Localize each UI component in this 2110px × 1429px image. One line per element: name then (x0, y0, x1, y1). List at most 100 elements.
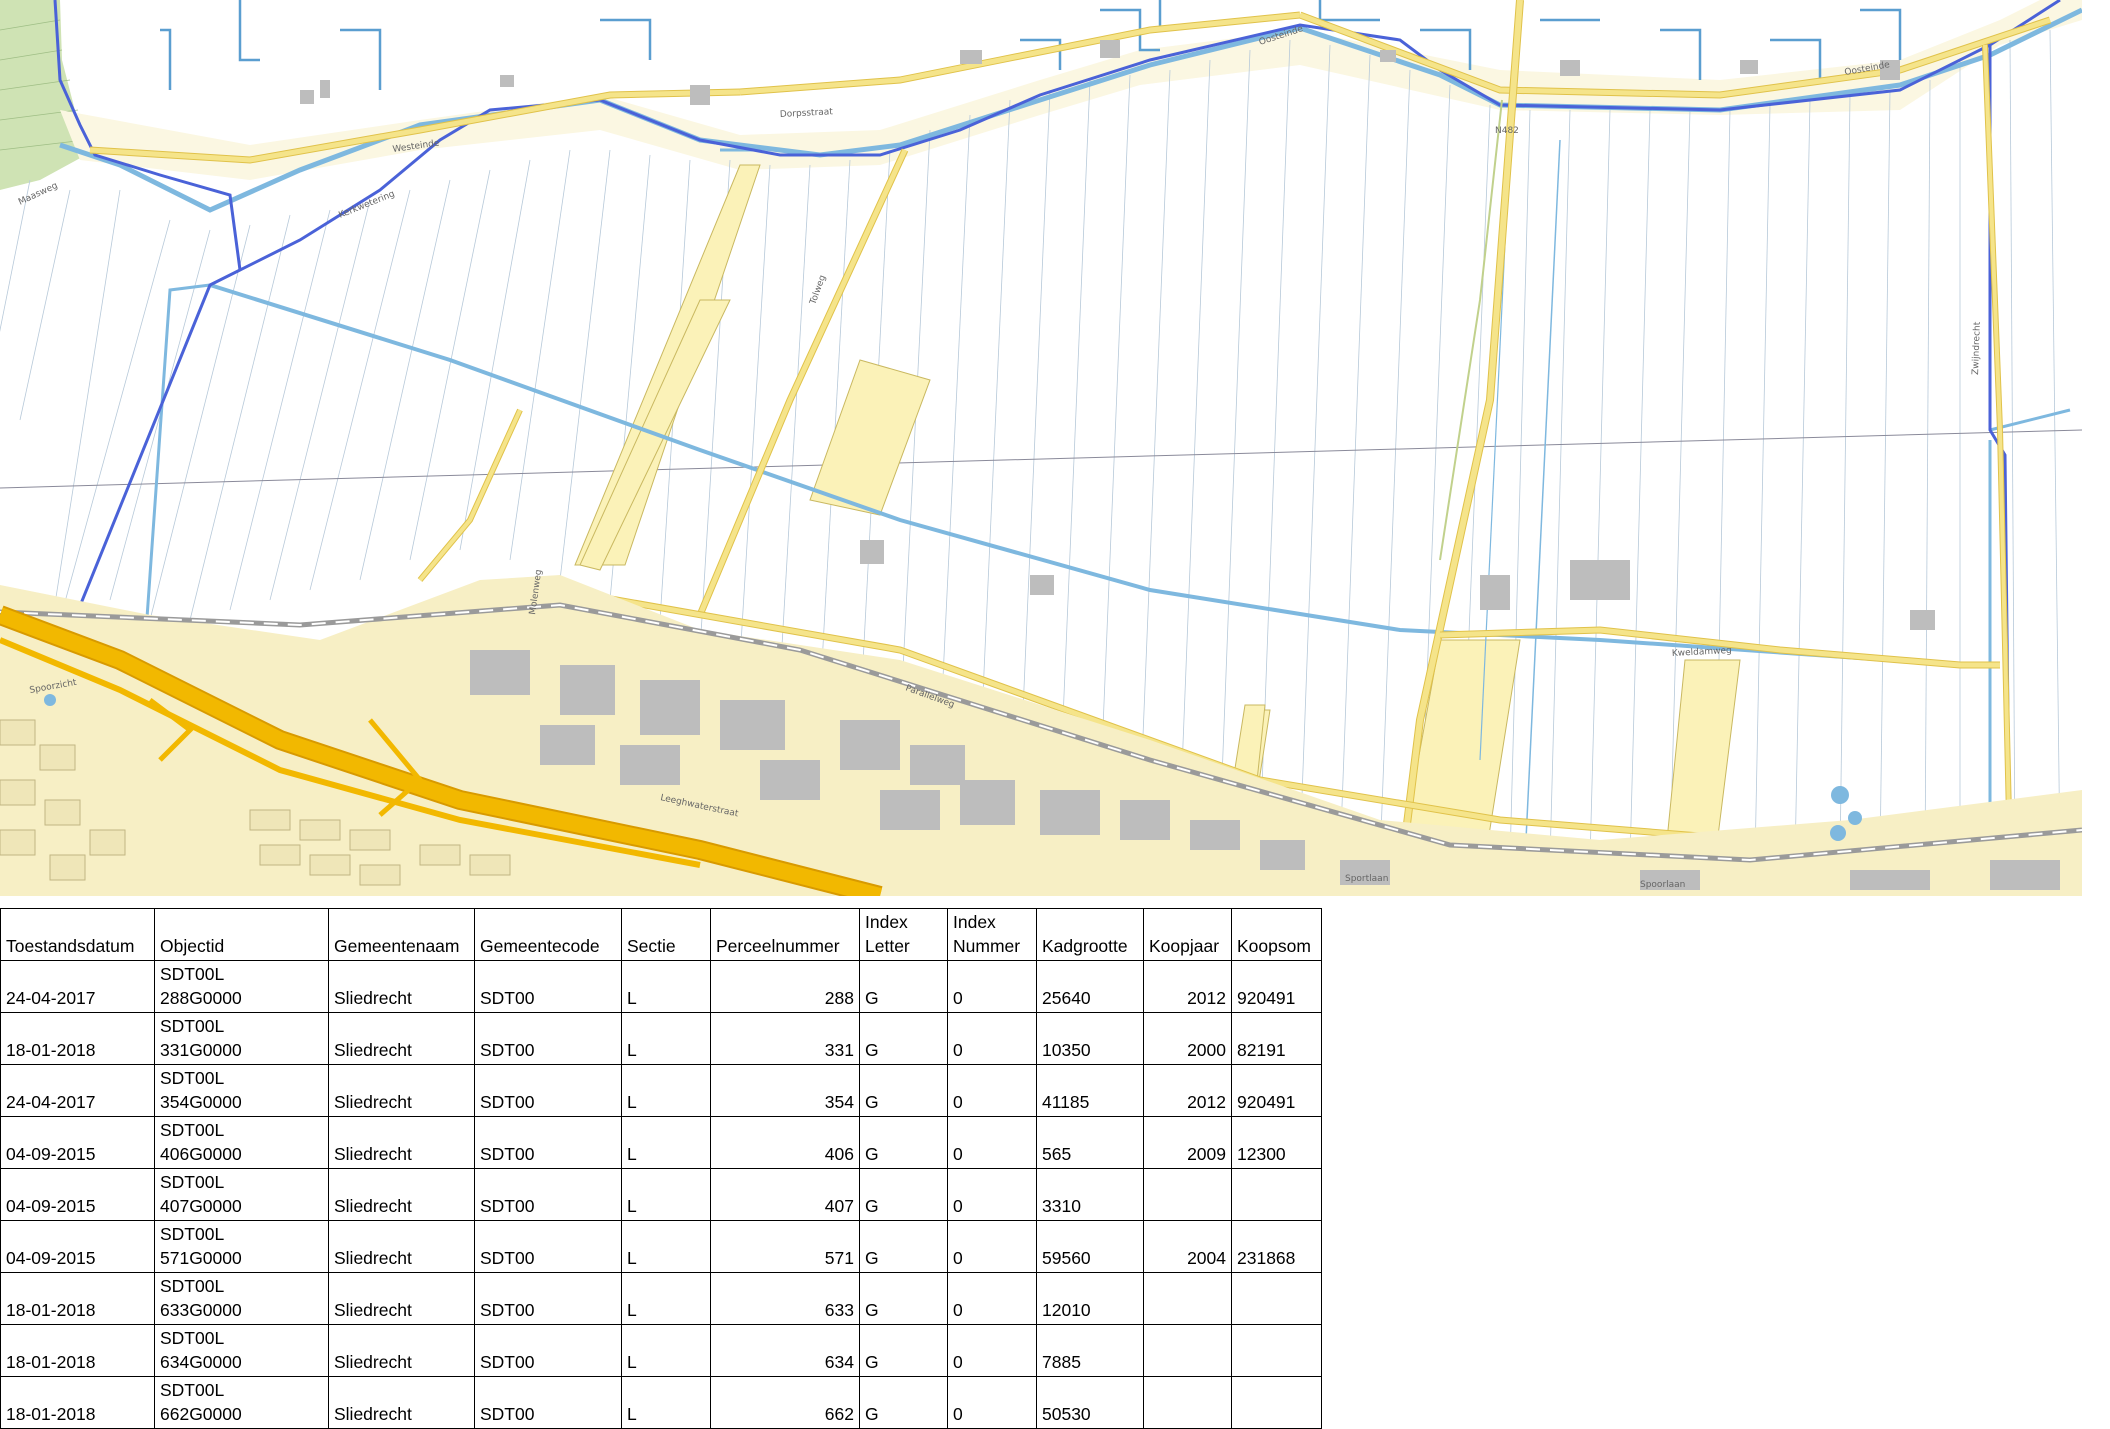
header-koopjaar: Koopjaar (1143, 908, 1232, 961)
objectid-part-b: 407G0000 (160, 1196, 242, 1216)
cell-perceelnummer: 406 (710, 1116, 860, 1169)
cell-gemeentenaam: Sliedrecht (328, 1324, 475, 1377)
table-row: 18-01-2018 SDT00L 634G0000 Sliedrecht SDT… (0, 1324, 1322, 1377)
cell-index-nummer: 0 (947, 960, 1037, 1013)
cell-gemeentenaam: Sliedrecht (328, 1064, 475, 1117)
objectid-part-b: 406G0000 (160, 1144, 242, 1164)
cell-toestandsdatum: 18-01-2018 (0, 1012, 155, 1065)
cell-perceelnummer: 571 (710, 1220, 860, 1273)
objectid-part-a: SDT00L (160, 1224, 225, 1244)
objectid-part-a: SDT00L (160, 964, 225, 984)
header-kadgrootte: Kadgrootte (1036, 908, 1144, 961)
cell-index-letter: G (859, 1168, 948, 1221)
cell-index-nummer: 0 (947, 1168, 1037, 1221)
cell-toestandsdatum: 04-09-2015 (0, 1220, 155, 1273)
cell-index-nummer: 0 (947, 1324, 1037, 1377)
header-toestandsdatum: Toestandsdatum (0, 908, 155, 961)
cell-perceelnummer: 331 (710, 1012, 860, 1065)
cell-index-nummer: 0 (947, 1116, 1037, 1169)
cell-koopsom (1231, 1324, 1322, 1377)
topographic-map[interactable]: Westeinde Dorpsstraat Oosteinde Oosteind… (0, 0, 2082, 896)
cell-koopsom: 12300 (1231, 1116, 1322, 1169)
cell-sectie: L (621, 960, 711, 1013)
objectid-part-a: SDT00L (160, 1172, 225, 1192)
cell-koopsom: 920491 (1231, 960, 1322, 1013)
objectid-part-b: 288G0000 (160, 988, 242, 1008)
cell-koopsom: 920491 (1231, 1064, 1322, 1117)
cell-koopjaar: 2012 (1143, 960, 1232, 1013)
cell-koopjaar: 2009 (1143, 1116, 1232, 1169)
cell-gemeentecode: SDT00 (474, 1220, 622, 1273)
cell-index-nummer: 0 (947, 1012, 1037, 1065)
parcel-table-container: Toestandsdatum Objectid Gemeentenaam Gem… (0, 908, 1322, 1429)
cell-gemeentenaam: Sliedrecht (328, 960, 475, 1013)
cell-objectid: SDT00L 331G0000 (154, 1012, 329, 1065)
cell-gemeentecode: SDT00 (474, 1272, 622, 1325)
objectid-part-a: SDT00L (160, 1068, 225, 1088)
table-row: 24-04-2017 SDT00L 354G0000 Sliedrecht SDT… (0, 1064, 1322, 1117)
cell-gemeentecode: SDT00 (474, 1168, 622, 1221)
cell-sectie: L (621, 1012, 711, 1065)
cell-koopjaar (1143, 1324, 1232, 1377)
header-koopsom: Koopsom (1231, 908, 1322, 961)
cell-gemeentenaam: Sliedrecht (328, 1220, 475, 1273)
cell-index-letter: G (859, 1272, 948, 1325)
cell-index-letter: G (859, 1116, 948, 1169)
cell-gemeentenaam: Sliedrecht (328, 1012, 475, 1065)
cell-sectie: L (621, 1168, 711, 1221)
cell-gemeentenaam: Sliedrecht (328, 1272, 475, 1325)
cell-toestandsdatum: 24-04-2017 (0, 1064, 155, 1117)
cell-sectie: L (621, 1064, 711, 1117)
objectid-part-a: SDT00L (160, 1380, 225, 1400)
cell-kadgrootte: 7885 (1036, 1324, 1144, 1377)
cell-sectie: L (621, 1220, 711, 1273)
cell-koopsom: 82191 (1231, 1012, 1322, 1065)
cell-objectid: SDT00L 407G0000 (154, 1168, 329, 1221)
header-perceelnummer: Perceelnummer (710, 908, 860, 961)
cell-koopsom: 231868 (1231, 1220, 1322, 1273)
cell-toestandsdatum: 18-01-2018 (0, 1324, 155, 1377)
cell-gemeentecode: SDT00 (474, 1064, 622, 1117)
cell-objectid: SDT00L 288G0000 (154, 960, 329, 1013)
objectid-part-a: SDT00L (160, 1016, 225, 1036)
cell-index-letter: G (859, 1064, 948, 1117)
cell-koopsom (1231, 1168, 1322, 1221)
cell-koopjaar: 2012 (1143, 1064, 1232, 1117)
label-sportlaan: Sportlaan (1345, 874, 1388, 884)
objectid-part-b: 331G0000 (160, 1040, 242, 1060)
objectid-part-b: 354G0000 (160, 1092, 242, 1112)
cell-perceelnummer: 634 (710, 1324, 860, 1377)
cell-perceelnummer: 354 (710, 1064, 860, 1117)
cell-koopjaar: 2000 (1143, 1012, 1232, 1065)
cell-index-letter: G (859, 960, 948, 1013)
cell-sectie: L (621, 1324, 711, 1377)
objectid-part-a: SDT00L (160, 1120, 225, 1140)
header-index-nummer: Index Nummer (947, 908, 1037, 961)
cell-kadgrootte: 3310 (1036, 1168, 1144, 1221)
cell-kadgrootte: 59560 (1036, 1220, 1144, 1273)
cell-kadgrootte: 25640 (1036, 960, 1144, 1013)
header-gemeentenaam: Gemeentenaam (328, 908, 475, 961)
cell-koopjaar (1143, 1272, 1232, 1325)
cell-koopjaar: 2004 (1143, 1220, 1232, 1273)
table-row: 18-01-2018 SDT00L 331G0000 Sliedrecht SDT… (0, 1012, 1322, 1065)
cell-index-letter: G (859, 1220, 948, 1273)
cell-kadgrootte: 10350 (1036, 1012, 1144, 1065)
table-header-row: Toestandsdatum Objectid Gemeentenaam Gem… (0, 908, 1322, 961)
objectid-part-b: 662G0000 (160, 1404, 242, 1424)
parcel-table: Toestandsdatum Objectid Gemeentenaam Gem… (0, 908, 1322, 1429)
table-row: 04-09-2015 SDT00L 407G0000 Sliedrecht SDT… (0, 1168, 1322, 1221)
objectid-part-a: SDT00L (160, 1276, 225, 1296)
table-row: 24-04-2017 SDT00L 288G0000 Sliedrecht SDT… (0, 960, 1322, 1013)
objectid-part-b: 633G0000 (160, 1300, 242, 1320)
label-spoorlaan: Spoorlaan (1640, 880, 1685, 890)
cell-sectie: L (621, 1272, 711, 1325)
cell-objectid: SDT00L 354G0000 (154, 1064, 329, 1117)
cell-perceelnummer: 633 (710, 1272, 860, 1325)
cell-objectid: SDT00L 571G0000 (154, 1220, 329, 1273)
objectid-part-b: 571G0000 (160, 1248, 242, 1268)
cell-index-letter: G (859, 1324, 948, 1377)
cell-sectie: L (621, 1116, 711, 1169)
cell-gemeentecode: SDT00 (474, 960, 622, 1013)
cell-toestandsdatum: 18-01-2018 (0, 1272, 155, 1325)
